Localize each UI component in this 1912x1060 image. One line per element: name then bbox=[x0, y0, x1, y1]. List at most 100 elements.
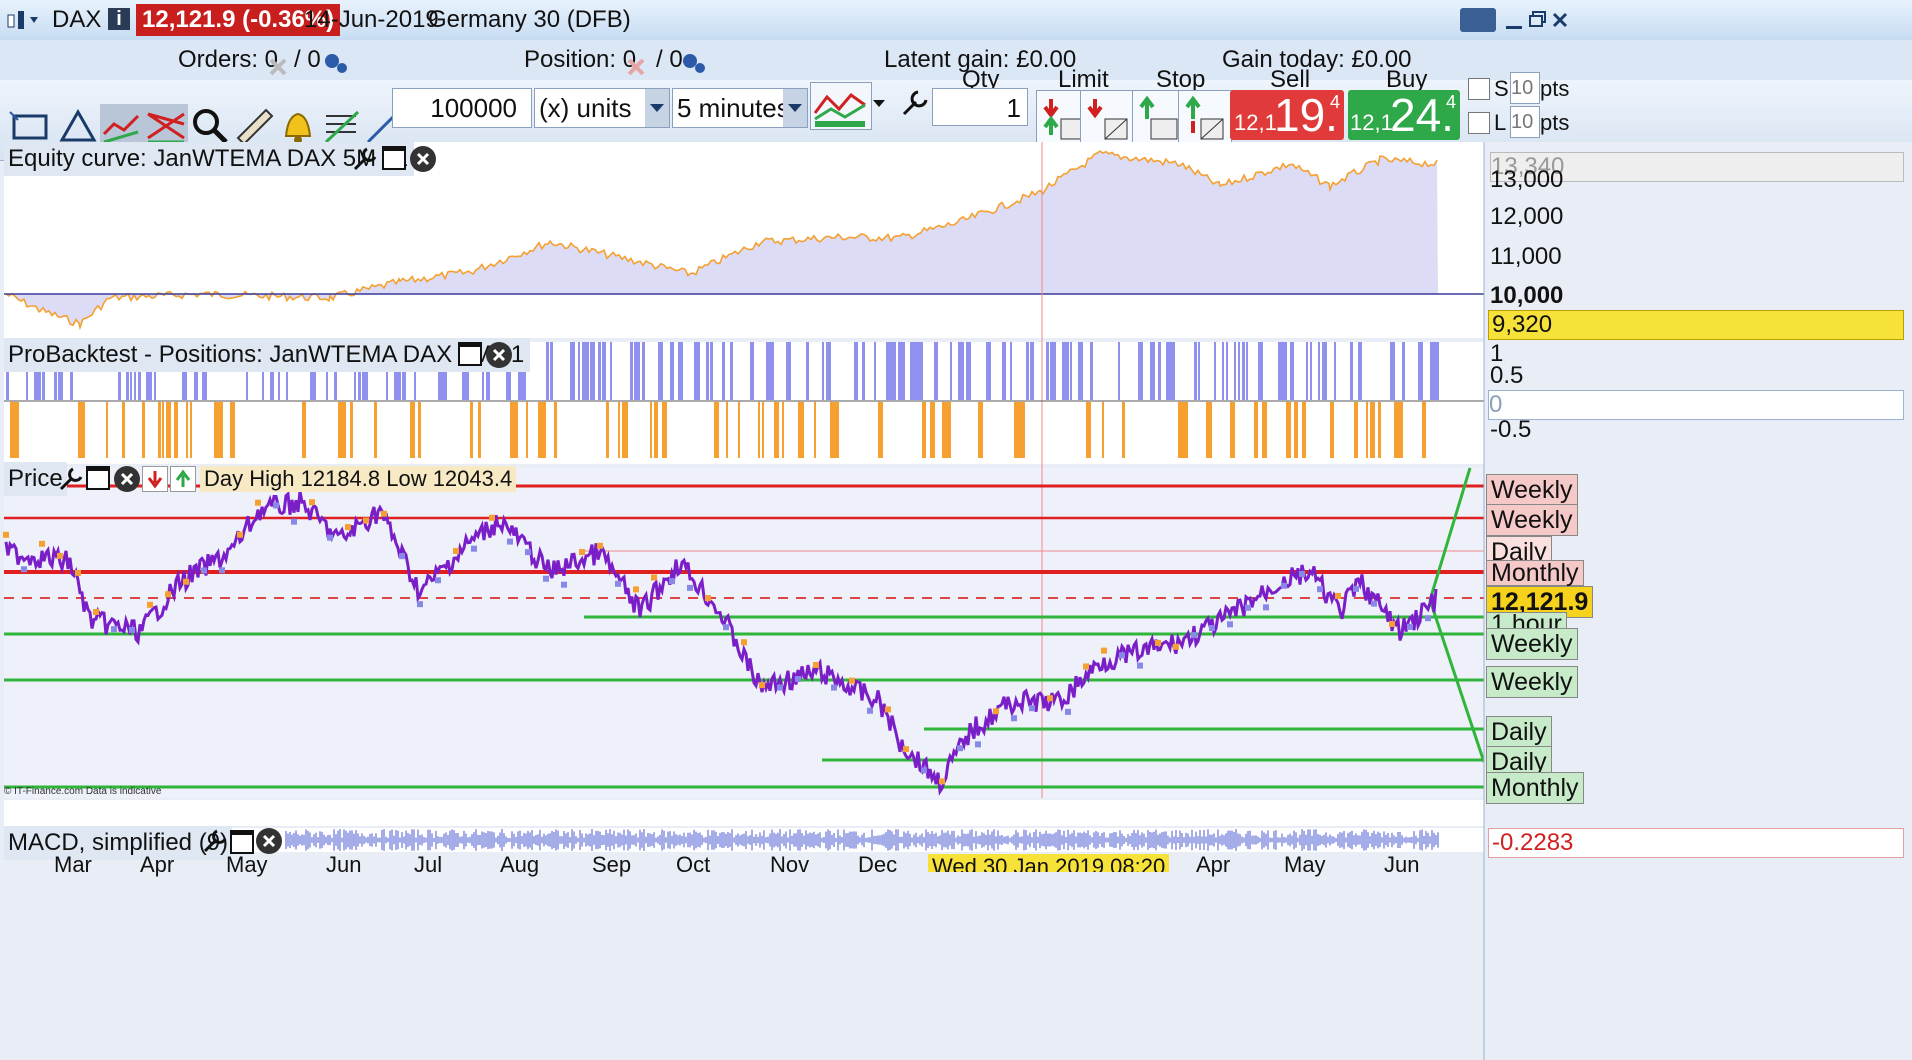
position-gear-icon[interactable] bbox=[680, 48, 706, 73]
buy-marker bbox=[687, 584, 693, 591]
equity-tick: 13,000 bbox=[1490, 166, 1564, 193]
short-position-bar bbox=[1378, 402, 1381, 458]
price-close-icon[interactable] bbox=[114, 466, 140, 492]
short-position-bar bbox=[1086, 402, 1091, 458]
instrument-label: Germany 30 (DFB) bbox=[428, 6, 631, 33]
short-position-bar bbox=[1178, 402, 1182, 458]
position-cancel-icon[interactable] bbox=[626, 50, 646, 76]
buy-marker bbox=[471, 545, 477, 552]
position-label: Position: 0 bbox=[524, 46, 637, 73]
buy-button[interactable]: 12,1 24. 4 bbox=[1348, 89, 1460, 141]
long-position-bar bbox=[1198, 342, 1200, 400]
wrench-icon[interactable] bbox=[900, 88, 930, 118]
units-select[interactable]: (x) units bbox=[534, 88, 670, 128]
stop-checkbox[interactable] bbox=[1468, 78, 1490, 100]
price-wrench-icon[interactable] bbox=[58, 466, 84, 492]
long-position-bar bbox=[770, 342, 774, 400]
stop-sell-button[interactable] bbox=[1178, 90, 1232, 144]
sell-marker bbox=[1047, 695, 1053, 702]
short-position-bar bbox=[218, 402, 223, 458]
orders-gear-icon[interactable] bbox=[322, 48, 348, 73]
long-position-bar bbox=[786, 342, 791, 400]
level-tag-weekly: Weekly bbox=[1486, 666, 1578, 698]
sell-marker bbox=[1173, 643, 1179, 650]
positions-close-icon[interactable] bbox=[486, 342, 512, 368]
chevron-down-icon[interactable] bbox=[872, 96, 886, 110]
long-position-bar bbox=[1418, 342, 1423, 400]
equity-settings-wrench-icon[interactable] bbox=[352, 146, 378, 172]
positions-window-icon[interactable] bbox=[458, 342, 482, 366]
long-position-bar bbox=[894, 342, 896, 400]
long-position-bar bbox=[1078, 342, 1083, 400]
add-indicator-icon[interactable] bbox=[810, 82, 872, 130]
buy-marker bbox=[723, 624, 729, 631]
long-position-bar bbox=[1010, 342, 1012, 400]
sell-marker bbox=[885, 706, 891, 713]
short-position-bar bbox=[762, 402, 764, 458]
chart-type-icon[interactable] bbox=[6, 9, 40, 31]
keyboard-icon[interactable] bbox=[1460, 8, 1496, 32]
sell-marker bbox=[1101, 647, 1107, 654]
sell-marker bbox=[255, 499, 261, 506]
month-tick: Mar bbox=[54, 852, 92, 877]
short-position-bar bbox=[14, 402, 19, 458]
equity-window-icon[interactable] bbox=[382, 146, 406, 170]
long-position-bar bbox=[570, 342, 575, 400]
timeframe-select[interactable]: 5 minutes bbox=[672, 88, 808, 128]
short-position-bar bbox=[1370, 402, 1375, 458]
macd-window-icon[interactable] bbox=[230, 830, 254, 854]
orders-cancel-icon[interactable] bbox=[268, 50, 288, 76]
positions-panel-title: ProBacktest - Positions: JanWTEMA DAX 5M… bbox=[4, 338, 531, 372]
qty-input[interactable]: 1 bbox=[932, 88, 1028, 126]
long-position-bar bbox=[1258, 342, 1263, 400]
long-position-bar bbox=[1278, 342, 1282, 400]
short-position-bar bbox=[1254, 402, 1258, 458]
gain-today-label: Gain today: £0.00 bbox=[1222, 46, 1412, 73]
short-position-bar bbox=[106, 402, 108, 458]
minimize-icon[interactable] bbox=[1504, 8, 1524, 32]
stop-distance-input[interactable]: 10 bbox=[1510, 72, 1540, 104]
long-position-bar bbox=[698, 342, 700, 400]
restore-icon[interactable] bbox=[1528, 8, 1548, 32]
long-position-bar bbox=[638, 342, 640, 400]
close-icon[interactable] bbox=[1550, 8, 1570, 32]
limit-pts-label: pts bbox=[1540, 110, 1570, 135]
level-tag-weekly: Weekly bbox=[1486, 504, 1578, 536]
limit-sell-button[interactable] bbox=[1080, 90, 1134, 144]
sell-marker bbox=[651, 574, 657, 581]
short-position-bar bbox=[802, 402, 804, 458]
short-position-bar bbox=[834, 402, 839, 458]
buy-marker bbox=[1191, 632, 1197, 639]
sell-marker bbox=[489, 514, 495, 521]
short-position-bar bbox=[654, 402, 658, 458]
long-position-bar bbox=[610, 342, 612, 400]
short-position-bar bbox=[978, 402, 983, 458]
sell-button[interactable]: 12,1 19. 4 bbox=[1230, 89, 1344, 141]
limit-distance-input[interactable]: 10 bbox=[1510, 106, 1540, 138]
short-position-bar bbox=[418, 402, 421, 458]
price-window-icon[interactable] bbox=[86, 466, 110, 490]
sell-marker bbox=[597, 542, 603, 549]
long-position-bar bbox=[1066, 342, 1069, 400]
macd-close-icon[interactable] bbox=[256, 828, 282, 854]
buy-marker bbox=[561, 581, 567, 588]
long-position-bar bbox=[1050, 342, 1054, 400]
chart-area[interactable] bbox=[0, 142, 1912, 1060]
symbol-label[interactable]: DAX bbox=[52, 0, 101, 40]
sell-marker bbox=[3, 531, 9, 538]
macd-wrench-icon[interactable] bbox=[202, 828, 228, 854]
long-position-bar bbox=[1054, 342, 1056, 400]
buy-marker bbox=[975, 741, 981, 748]
sell-order-arrow-icon[interactable] bbox=[142, 466, 168, 492]
info-icon[interactable]: i bbox=[108, 8, 130, 30]
units-quantity-input[interactable]: 100000 bbox=[392, 88, 532, 128]
equity-close-icon[interactable] bbox=[410, 146, 436, 172]
buy-marker bbox=[291, 518, 297, 525]
buy-price-small: 12,1 bbox=[1350, 110, 1393, 135]
buy-marker bbox=[219, 567, 225, 574]
buy-marker bbox=[1353, 585, 1359, 592]
limit-checkbox[interactable] bbox=[1468, 112, 1490, 134]
buy-order-arrow-icon[interactable] bbox=[170, 466, 196, 492]
sell-marker bbox=[309, 499, 315, 506]
month-tick: Apr bbox=[140, 852, 175, 877]
